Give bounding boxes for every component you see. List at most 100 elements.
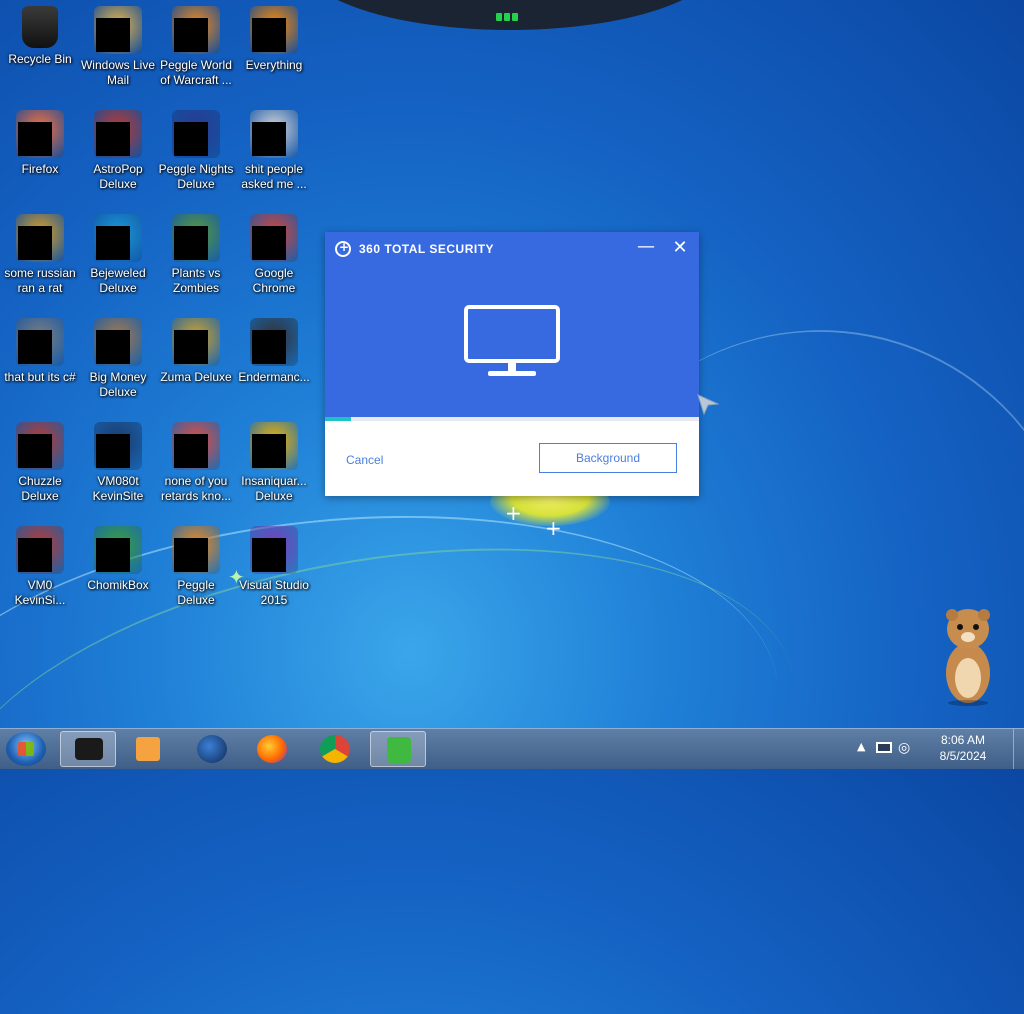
desktop-icon[interactable]: Google Chrome (235, 210, 313, 296)
insaniquarium-icon (250, 422, 298, 470)
desktop-icon-label: Visual Studio 2015 (239, 578, 309, 607)
desktop-icon-label: Everything (245, 58, 303, 72)
desktop-icon-label: none of you retards kno... (160, 474, 232, 503)
monitor-icon (464, 305, 560, 376)
pvz-icon (172, 214, 220, 262)
file-icon (16, 214, 64, 262)
redaction-box (174, 330, 208, 364)
globe-icon (197, 735, 227, 763)
desktop-icon-label: Chuzzle Deluxe (18, 474, 62, 503)
desktop-icon-label: Insaniquar... Deluxe (241, 474, 307, 503)
visual-studio-icon (250, 526, 298, 574)
360-security-icon (387, 737, 411, 763)
desktop-icon[interactable]: Recycle Bin (1, 2, 79, 67)
desktop-icon[interactable]: Endermanc... (235, 314, 313, 385)
taskbar-media-player-button[interactable] (120, 731, 176, 767)
windows-live-mail-icon (94, 6, 142, 54)
desktop-icon-label: VM0 KevinSi... (14, 578, 66, 607)
desktop-icon[interactable]: Insaniquar... Deluxe (235, 418, 313, 504)
background-button[interactable]: Background (539, 443, 677, 473)
minimize-button[interactable]: — (637, 238, 655, 258)
system-tray: ▲ ◎ 8:06 AM 8/5/2024 (854, 729, 1024, 769)
redaction-box (174, 18, 208, 52)
security-dialog: 360 TOTAL SECURITY — ✕ Cancel Background (325, 232, 699, 496)
desktop-icon[interactable]: Zuma Deluxe (157, 314, 235, 385)
desktop-icon-label: Bejeweled Deluxe (90, 266, 146, 295)
redaction-box (174, 434, 208, 468)
desktop-icon-label: Recycle Bin (8, 52, 72, 66)
desktop-icon-label: Zuma Deluxe (160, 370, 232, 384)
desktop-icon[interactable]: Peggle World of Warcraft ... (157, 2, 235, 88)
taskbar-firefox-button[interactable] (245, 731, 301, 767)
desktop-icon[interactable]: some russian ran a rat (1, 210, 79, 296)
desktop-icon-label: VM080t KevinSite (92, 474, 144, 503)
chomikbox-icon (94, 526, 142, 574)
redaction-box (18, 226, 52, 260)
firefox-icon (257, 735, 287, 763)
desktop-icon[interactable]: VM080t KevinSite (79, 418, 157, 504)
redaction-box (252, 330, 286, 364)
cancel-button[interactable]: Cancel (346, 453, 383, 467)
desktop-icon[interactable]: AstroPop Deluxe (79, 106, 157, 192)
show-hidden-icons-button[interactable]: ▲ (857, 740, 865, 753)
desktop-icon[interactable]: ChomikBox (79, 522, 157, 593)
desktop-icon-label: Big Money Deluxe (89, 370, 147, 399)
vm-icon (16, 526, 64, 574)
big-money-icon (94, 318, 142, 366)
redaction-box (96, 18, 130, 52)
desktop-icon[interactable]: Everything (235, 2, 313, 73)
chrome-icon (250, 214, 298, 262)
display-tray-icon[interactable] (876, 742, 892, 753)
desktop-icon[interactable]: Firefox (1, 106, 79, 177)
astropop-icon (94, 110, 142, 158)
taskbar-explorer-button[interactable] (60, 731, 116, 767)
desktop-icon-label: Firefox (21, 162, 59, 176)
taskbar-360-security-button[interactable] (370, 731, 426, 767)
360-logo-icon (335, 240, 351, 257)
cursor-icon (697, 394, 719, 415)
desktop-icon[interactable]: VM0 KevinSi... (1, 522, 79, 608)
show-desktop-button[interactable] (1013, 729, 1024, 769)
dialog-header: 360 TOTAL SECURITY — ✕ (325, 232, 699, 417)
desktop-icon[interactable]: shit people asked me ... (235, 106, 313, 192)
network-tray-icon[interactable]: ◎ (898, 740, 914, 756)
desktop-icon[interactable]: Peggle Nights Deluxe (157, 106, 235, 192)
redaction-box (252, 434, 286, 468)
chrome-icon (320, 735, 350, 763)
redaction-box (96, 330, 130, 364)
desktop-icon[interactable]: Big Money Deluxe (79, 314, 157, 400)
firefox-icon (16, 110, 64, 158)
start-button[interactable] (6, 732, 46, 766)
chuzzle-icon (16, 422, 64, 470)
desktop-icon[interactable]: Bejeweled Deluxe (79, 210, 157, 296)
progress-fill (325, 417, 352, 421)
peggle-wow-icon (172, 6, 220, 54)
redaction-box (96, 434, 130, 468)
redaction-box (96, 538, 130, 572)
desktop-icon[interactable]: Peggle Deluxe (157, 522, 235, 608)
desktop-icon-label: ChomikBox (87, 578, 149, 592)
progress-bar (325, 417, 699, 421)
taskbar-chrome-button[interactable] (308, 731, 364, 767)
zuma-icon (172, 318, 220, 366)
desktop-icon[interactable]: Windows Live Mail (79, 2, 157, 88)
folder-icon (250, 110, 298, 158)
redaction-box (174, 538, 208, 572)
close-button[interactable]: ✕ (671, 238, 689, 258)
desktop-icon[interactable]: Plants vs Zombies (157, 210, 235, 296)
taskbar-globe-app-button[interactable] (185, 731, 241, 767)
media-player-icon (136, 737, 160, 761)
redaction-box (18, 122, 52, 156)
clock[interactable]: 8:06 AM 8/5/2024 (928, 732, 998, 764)
desktop-icon[interactable]: none of you retards kno... (157, 418, 235, 504)
redaction-box (252, 538, 286, 572)
desktop-icon-label: Windows Live Mail (80, 58, 156, 87)
desktop-icon[interactable]: Visual Studio 2015 (235, 522, 313, 608)
vm-icon (94, 422, 142, 470)
redaction-box (174, 226, 208, 260)
clock-time: 8:06 AM (940, 733, 986, 747)
desktop-icon[interactable]: that but its c# (1, 314, 79, 385)
desktop-icon-label: Google Chrome (252, 266, 296, 295)
desktop-icon[interactable]: Chuzzle Deluxe (1, 418, 79, 504)
clock-date: 8/5/2024 (939, 749, 987, 763)
